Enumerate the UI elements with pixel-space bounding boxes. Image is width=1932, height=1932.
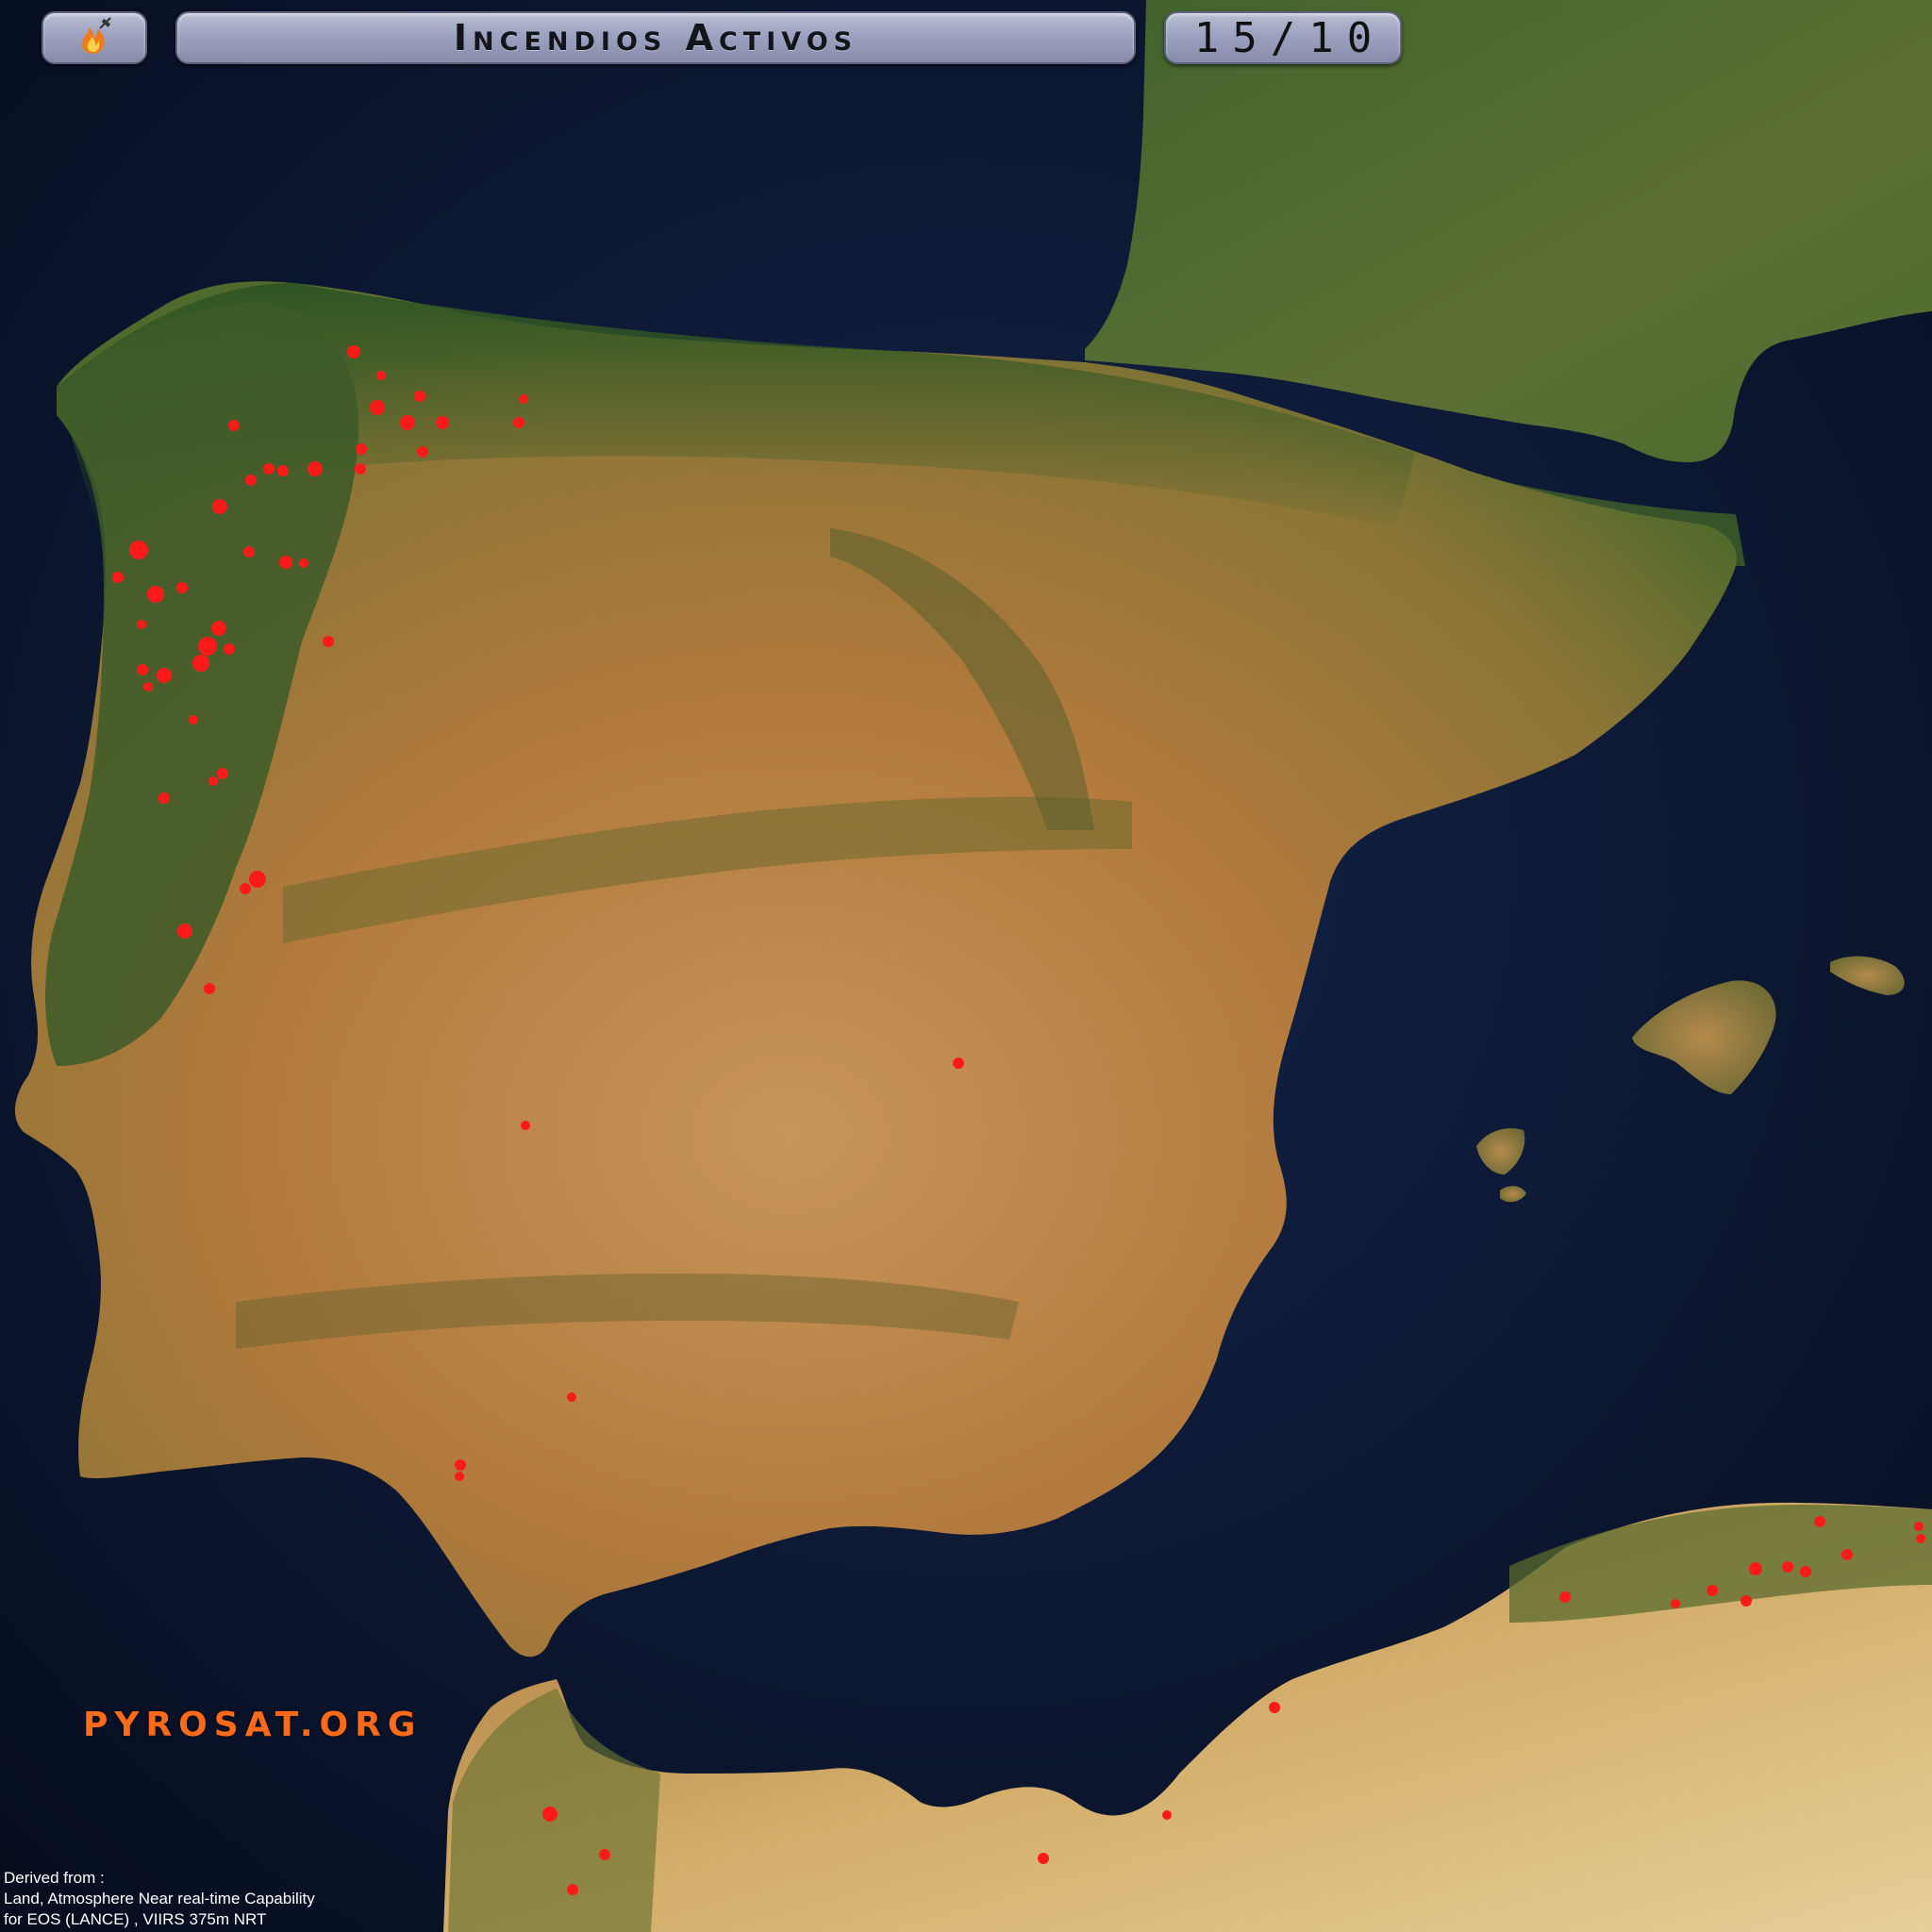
fire-detection-marker xyxy=(249,871,266,888)
fire-detections-layer xyxy=(112,345,1925,1895)
credits-line: Derived from : xyxy=(4,1869,105,1887)
fire-detection-marker xyxy=(112,572,124,583)
fire-detection-marker xyxy=(243,546,255,558)
fire-detection-marker xyxy=(436,416,449,429)
fire-detection-marker xyxy=(137,620,146,629)
date-label: 15/10 xyxy=(1193,13,1386,62)
fire-detection-marker xyxy=(1671,1599,1680,1608)
fire-detection-marker xyxy=(129,541,148,559)
fire-detection-marker xyxy=(212,499,227,514)
fire-detection-marker xyxy=(1749,1562,1762,1575)
flame-satellite-icon xyxy=(82,17,111,54)
fire-detection-marker xyxy=(308,461,323,476)
fire-detection-marker xyxy=(542,1807,558,1822)
fire-detection-marker xyxy=(355,463,366,475)
fire-detection-marker xyxy=(240,883,251,894)
fire-detection-marker xyxy=(323,636,334,647)
brand-watermark: PYROSAT.ORG xyxy=(83,1706,423,1744)
data-source-credits: Derived from : Land, Atmosphere Near rea… xyxy=(4,1868,315,1930)
fire-detection-marker xyxy=(228,420,240,431)
credits-line: Land, Atmosphere Near real-time Capabili… xyxy=(4,1890,315,1907)
fire-detection-marker xyxy=(147,586,164,603)
fire-detection-marker xyxy=(414,391,425,402)
fire-detection-marker xyxy=(417,446,428,458)
fire-detection-marker xyxy=(189,715,198,724)
fire-detection-marker xyxy=(400,415,415,430)
fire-detection-marker xyxy=(158,792,170,804)
fire-detection-marker xyxy=(299,558,308,568)
fire-detection-marker xyxy=(1038,1853,1049,1864)
fire-detection-marker xyxy=(263,463,275,475)
fire-detection-marker xyxy=(279,556,292,569)
fire-detection-marker xyxy=(277,465,289,476)
fire-detection-marker xyxy=(953,1058,964,1069)
fire-detection-marker xyxy=(599,1849,610,1860)
fire-detection-marker xyxy=(208,776,218,786)
fire-detection-marker xyxy=(137,664,148,675)
page-title: Incendios Activos xyxy=(453,17,858,58)
title-bar: Incendios Activos xyxy=(175,11,1136,64)
fire-detection-marker xyxy=(217,768,228,779)
fire-detection-marker xyxy=(1707,1585,1718,1596)
fire-detection-marker xyxy=(519,394,528,404)
fire-detection-marker xyxy=(198,637,217,656)
credits-line: for EOS (LANCE) , VIIRS 375m NRT xyxy=(4,1910,267,1928)
fire-detection-marker xyxy=(1162,1810,1172,1820)
fire-detection-marker xyxy=(1269,1702,1280,1713)
fire-detection-marker xyxy=(347,345,360,358)
fire-detection-marker xyxy=(157,668,172,683)
fire-detection-marker xyxy=(455,1472,464,1481)
fire-detection-marker xyxy=(176,582,188,593)
logo-button[interactable] xyxy=(42,11,147,64)
fire-detection-marker xyxy=(1559,1591,1571,1603)
fire-detection-marker xyxy=(143,682,153,691)
fire-detection-marker xyxy=(192,655,209,672)
fire-detection-marker xyxy=(1841,1549,1853,1560)
fire-detection-marker xyxy=(513,417,525,428)
fire-detection-marker xyxy=(376,371,386,380)
fire-detection-marker xyxy=(1800,1566,1811,1577)
fire-detection-marker xyxy=(1916,1534,1925,1543)
fire-detection-marker xyxy=(245,475,257,486)
fire-detection-marker xyxy=(1740,1595,1752,1607)
fire-detection-marker xyxy=(1814,1516,1825,1527)
fire-detection-marker xyxy=(356,443,367,455)
fire-detection-marker xyxy=(204,983,215,994)
fire-detection-marker xyxy=(521,1121,530,1130)
fire-detection-marker xyxy=(1782,1561,1793,1573)
fire-detection-marker xyxy=(567,1884,578,1895)
fire-detection-marker xyxy=(224,643,235,655)
fire-detection-marker xyxy=(455,1459,466,1471)
fire-detection-marker xyxy=(177,924,192,939)
fire-detection-marker xyxy=(370,400,385,415)
fire-detection-marker xyxy=(211,621,226,636)
fire-detection-marker xyxy=(1914,1522,1924,1531)
fire-detection-marker xyxy=(567,1392,576,1402)
date-badge: 15/10 xyxy=(1164,11,1402,64)
